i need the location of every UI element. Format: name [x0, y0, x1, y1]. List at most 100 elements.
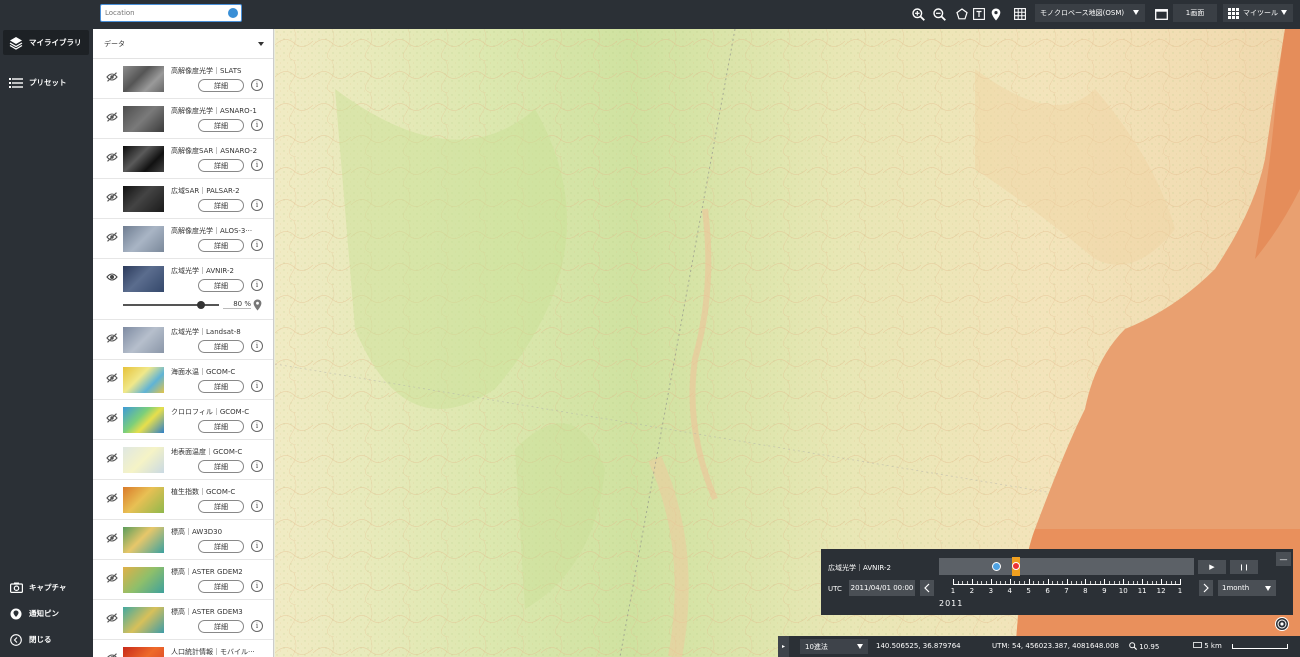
location-search-input[interactable]	[105, 7, 225, 19]
zoom-out-button[interactable]	[931, 5, 947, 23]
layer-item: 広域光学｜Landsat-8 詳細 i	[93, 320, 273, 360]
info-icon[interactable]: i	[251, 279, 263, 291]
layer-detail-button[interactable]: 詳細	[198, 119, 244, 132]
info-icon[interactable]: i	[251, 580, 263, 592]
layer-name: 人口統計情報｜モバイル···	[171, 648, 255, 656]
timeline-interval-select[interactable]: 1month	[1218, 580, 1276, 596]
timeline-month-scale[interactable]: 1 2 3 4 5 6 7 8 9 10 11 12 1	[938, 577, 1195, 607]
basemap-select[interactable]: モノクロベース地図(OSM)	[1035, 4, 1145, 22]
layer-detail-button[interactable]: 詳細	[198, 279, 244, 292]
chevron-down-icon	[1265, 586, 1271, 591]
info-icon[interactable]: i	[251, 340, 263, 352]
eye-off-icon[interactable]	[106, 112, 118, 122]
timeline-month-label: 1	[1177, 587, 1183, 595]
info-icon[interactable]: i	[251, 540, 263, 552]
statusbar-toggle[interactable]: ▸	[778, 636, 789, 657]
timeline-minor-tick	[1156, 581, 1158, 584]
layer-list: 高解像度光学｜SLATS 詳細 i 高解像度光学｜ASNARO-1 詳細 i 高解像度SAR…	[93, 59, 273, 657]
layer-detail-button[interactable]: 詳細	[198, 460, 244, 473]
eye-off-icon[interactable]	[106, 613, 118, 623]
info-icon[interactable]: i	[251, 239, 263, 251]
layer-detail-button[interactable]: 詳細	[198, 620, 244, 633]
magnifier-icon	[1129, 642, 1138, 651]
play-button[interactable]: ▶	[1198, 560, 1226, 574]
timeline-next-button[interactable]	[1199, 580, 1213, 596]
coordinate-format-select[interactable]: 10進法	[800, 639, 868, 654]
layer-item: 高解像度光学｜SLATS 詳細 i	[93, 59, 273, 99]
location-pin-icon[interactable]	[253, 299, 263, 311]
timeline-minor-tick	[957, 581, 959, 584]
info-icon[interactable]: i	[251, 199, 263, 211]
eye-off-icon[interactable]	[106, 493, 118, 503]
info-icon[interactable]: i	[251, 420, 263, 432]
zoom-in-button[interactable]	[910, 5, 926, 23]
eye-off-icon[interactable]	[106, 373, 118, 383]
layer-thumbnail	[123, 487, 164, 513]
info-icon[interactable]: i	[251, 79, 263, 91]
timeline-start-handle[interactable]	[992, 562, 1001, 571]
layer-detail-button[interactable]: 詳細	[198, 340, 244, 353]
screen-layout-icon-button[interactable]	[1153, 5, 1169, 23]
nav-capture[interactable]: キャプチャ	[3, 575, 89, 600]
layer-thumbnail	[123, 66, 164, 92]
eye-off-icon[interactable]	[106, 453, 118, 463]
grid-button[interactable]	[1012, 5, 1028, 23]
layer-thumbnail	[123, 567, 164, 593]
layer-detail-button[interactable]: 詳細	[198, 580, 244, 593]
draw-polygon-button[interactable]	[955, 5, 969, 23]
nav-presets[interactable]: プリセット	[3, 70, 89, 95]
nav-notify-pin[interactable]: 通知ピン	[3, 601, 89, 626]
timeline-date-field[interactable]: 2011/04/01 00:00	[849, 580, 915, 596]
timeline-prev-button[interactable]	[920, 580, 934, 596]
layer-detail-button[interactable]: 詳細	[198, 500, 244, 513]
eye-off-icon[interactable]	[106, 533, 118, 543]
timeline-month-label: 8	[1083, 587, 1088, 595]
timeline-track[interactable]	[939, 557, 1194, 576]
info-icon[interactable]: i	[251, 159, 263, 171]
opacity-value[interactable]: 80 %	[223, 300, 251, 309]
text-box-icon	[973, 8, 985, 20]
marker-tool-button[interactable]	[989, 5, 1003, 23]
nav-my-library[interactable]: マイライブラリ	[3, 30, 89, 55]
layer-detail-button[interactable]: 詳細	[198, 540, 244, 553]
pause-button[interactable]: ❙❙	[1230, 560, 1258, 574]
minimize-timeline-button[interactable]: —	[1276, 552, 1291, 566]
data-category-select[interactable]: データ	[93, 29, 273, 59]
eye-off-icon[interactable]	[106, 72, 118, 82]
layer-detail-button[interactable]: 詳細	[198, 159, 244, 172]
compass-button[interactable]	[1275, 617, 1289, 631]
info-icon[interactable]: i	[251, 119, 263, 131]
eye-off-icon[interactable]	[106, 573, 118, 583]
utm-readout: UTM: 54, 456023.387, 4081648.008	[992, 642, 1119, 650]
timeline-tick	[990, 579, 992, 585]
info-icon[interactable]: i	[251, 460, 263, 472]
eye-off-icon[interactable]	[106, 333, 118, 343]
info-icon[interactable]: i	[251, 500, 263, 512]
info-icon[interactable]: i	[251, 620, 263, 632]
screen-layout-select[interactable]: 1画面	[1173, 4, 1217, 22]
timeline-tick	[1009, 579, 1011, 585]
timeline-position-handle[interactable]	[1012, 562, 1020, 570]
zoom-level-value: 10.95	[1139, 643, 1160, 651]
timeline-minor-tick	[1057, 581, 1059, 584]
text-tool-button[interactable]	[972, 5, 986, 23]
chevron-down-icon	[258, 42, 264, 46]
layer-detail-button[interactable]: 詳細	[198, 420, 244, 433]
info-icon[interactable]: i	[251, 380, 263, 392]
eye-off-icon[interactable]	[106, 232, 118, 242]
eye-off-icon[interactable]	[106, 413, 118, 423]
layer-item: 標高｜ASTER GDEM2 詳細 i	[93, 560, 273, 600]
eye-off-icon[interactable]	[106, 192, 118, 202]
search-icon[interactable]	[228, 8, 238, 18]
eye-icon[interactable]	[106, 272, 118, 282]
nav-close[interactable]: 閉じる	[3, 627, 89, 652]
layer-detail-button[interactable]: 詳細	[198, 79, 244, 92]
eye-off-icon[interactable]	[106, 152, 118, 162]
timeline-minor-tick	[995, 581, 997, 584]
layer-detail-button[interactable]: 詳細	[198, 239, 244, 252]
layer-detail-button[interactable]: 詳細	[198, 199, 244, 212]
eye-off-icon[interactable]	[106, 653, 118, 657]
mytool-select[interactable]: マイツール	[1223, 4, 1293, 22]
opacity-slider-handle[interactable]	[197, 301, 205, 309]
layer-detail-button[interactable]: 詳細	[198, 380, 244, 393]
